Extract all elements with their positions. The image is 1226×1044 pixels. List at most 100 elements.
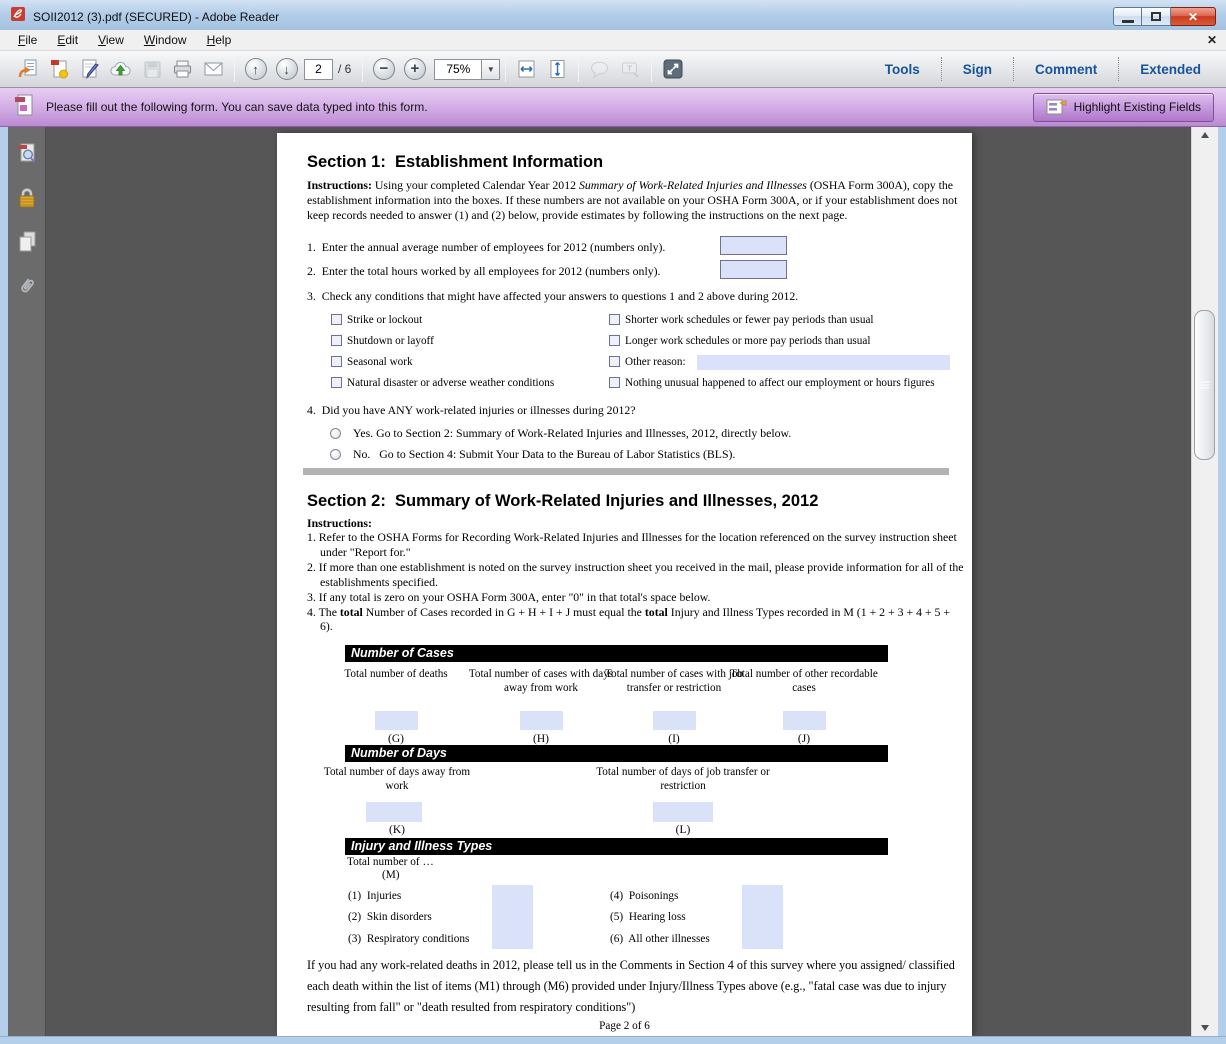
cases-transfer-field[interactable] [653,711,696,730]
extended-panel-button[interactable]: Extended [1119,62,1222,77]
form-document-icon [12,92,36,123]
text-annotation-button [615,55,646,83]
menu-file[interactable]: File [8,31,47,50]
types-letter: (M) [382,869,400,881]
number-of-days-header: Number of Days [345,745,888,762]
radio-yes[interactable] [330,428,341,439]
checkbox-seasonal-work[interactable] [331,356,342,367]
scroll-down-button[interactable] [1192,1019,1218,1036]
page-thumbnails-icon[interactable] [14,140,40,167]
checkbox-natural-disaster[interactable] [331,377,342,388]
skin-disorders-count-field[interactable] [492,906,533,927]
window-border-left [0,127,8,1036]
cases-column-label: Total number of deaths [321,668,471,682]
question2-label: 2. Enter the total hours worked by all e… [307,264,661,279]
next-page-button[interactable]: ↓ [271,55,302,83]
zoom-in-button[interactable]: + [399,55,430,83]
checkbox-label: Shutdown or layoff [347,335,434,347]
fit-width-button[interactable] [511,55,542,83]
scrollbar-thumb[interactable] [1194,310,1215,460]
menu-window[interactable]: Window [134,31,197,50]
sign-document-button[interactable] [74,55,105,83]
checkbox-other-reason[interactable] [609,356,620,367]
cases-column-label: Total number of cases with job transfer … [599,668,749,695]
scroll-up-button[interactable] [1192,127,1218,144]
close-window-button[interactable]: ✕ [1171,7,1216,26]
zoom-dropdown-button[interactable]: ▼ [482,59,500,80]
triangle-up-icon [1201,128,1209,138]
toolbar-separator [651,56,652,82]
layers-pages-icon[interactable] [14,228,40,255]
cloud-upload-icon [109,58,132,80]
attachments-paperclip-icon[interactable] [14,272,40,299]
radio-yes-label: Yes. Go to Section 2: Summary of Work-Re… [353,426,791,441]
respiratory-count-field[interactable] [492,927,533,949]
type-label-respiratory: (3) Respiratory conditions [348,933,469,945]
page-total-label: / 6 [338,62,351,76]
tools-panel-button[interactable]: Tools [864,62,941,77]
highlight-existing-fields-button[interactable]: Highlight Existing Fields [1033,93,1214,122]
highlight-button-label: Highlight Existing Fields [1074,100,1201,114]
reading-mode-button[interactable] [657,55,688,83]
scrollbar-grip [1200,380,1209,391]
maximize-button[interactable] [1142,7,1171,26]
hours-worked-field[interactable] [720,260,787,279]
comment-panel-button[interactable]: Comment [1014,62,1118,77]
vertical-scrollbar[interactable] [1191,127,1218,1036]
days-away-field[interactable] [366,802,422,822]
arrow-down-icon: ↓ [276,58,298,80]
days-transfer-field[interactable] [653,802,713,822]
checkbox-label: Other reason: [625,356,686,368]
other-recordable-field[interactable] [783,711,826,730]
checkbox-label: Nothing unusual happened to affect our e… [625,377,935,389]
open-file-button[interactable] [12,55,43,83]
fit-page-button[interactable] [542,55,573,83]
checkbox-nothing-unusual[interactable] [609,377,620,388]
hearing-loss-count-field[interactable] [742,906,783,927]
create-pdf-icon [48,58,70,80]
checkbox-label: Longer work schedules or more pay period… [625,335,870,347]
sign-panel-button[interactable]: Sign [942,62,1013,77]
menu-edit[interactable]: Edit [47,31,88,50]
create-pdf-button[interactable] [43,55,74,83]
checkbox-label: Strike or lockout [347,314,422,326]
zoom-level-value[interactable]: 75% [434,59,482,80]
total-deaths-field[interactable] [375,711,418,730]
checkbox-longer-schedules[interactable] [609,335,620,346]
injuries-count-field[interactable] [492,885,533,906]
menu-help[interactable]: Help [197,31,242,50]
menu-view[interactable]: View [88,31,134,50]
zoom-out-button[interactable]: − [368,55,399,83]
pdf-page: Section 1: Establishment Information Ins… [277,133,972,1036]
checkbox-shorter-schedules[interactable] [609,314,620,325]
section-divider [303,468,949,475]
days-column-label: Total number of days of job transfer or … [578,766,788,793]
checkbox-strike-or-lockout[interactable] [331,314,342,325]
other-illnesses-count-field[interactable] [742,927,783,949]
page-number-input[interactable] [304,59,333,80]
radio-no[interactable] [330,449,341,460]
toolbar-separator [362,56,363,82]
previous-page-button[interactable]: ↑ [240,55,271,83]
print-button[interactable] [167,55,198,83]
employees-count-field[interactable] [720,236,787,255]
toolbar-separator [234,56,235,82]
email-button[interactable] [198,55,229,83]
other-reason-field[interactable] [697,355,950,370]
cases-days-away-field[interactable] [520,711,563,730]
window-titlebar[interactable]: SOII2012 (3).pdf (SECURED) - Adobe Reade… [0,0,1226,30]
poisonings-count-field[interactable] [742,885,783,906]
checkbox-shutdown-or-layoff[interactable] [331,335,342,346]
close-document-icon[interactable]: ✕ [1207,33,1217,47]
column-letter: (G) [321,733,471,745]
minimize-button[interactable] [1113,7,1142,26]
question1-label: 1. Enter the annual average number of em… [307,240,665,255]
type-label-hearing-loss: (5) Hearing loss [610,911,686,923]
menu-bar: File Edit View Window Help ✕ [0,30,1226,51]
highlight-fields-icon [1046,98,1067,116]
cloud-upload-button[interactable] [105,55,136,83]
security-lock-icon[interactable] [14,184,40,211]
adobe-reader-window: SOII2012 (3).pdf (SECURED) - Adobe Reade… [0,0,1226,1044]
type-label-skin-disorders: (2) Skin disorders [348,911,432,923]
column-letter: (J) [729,733,879,745]
